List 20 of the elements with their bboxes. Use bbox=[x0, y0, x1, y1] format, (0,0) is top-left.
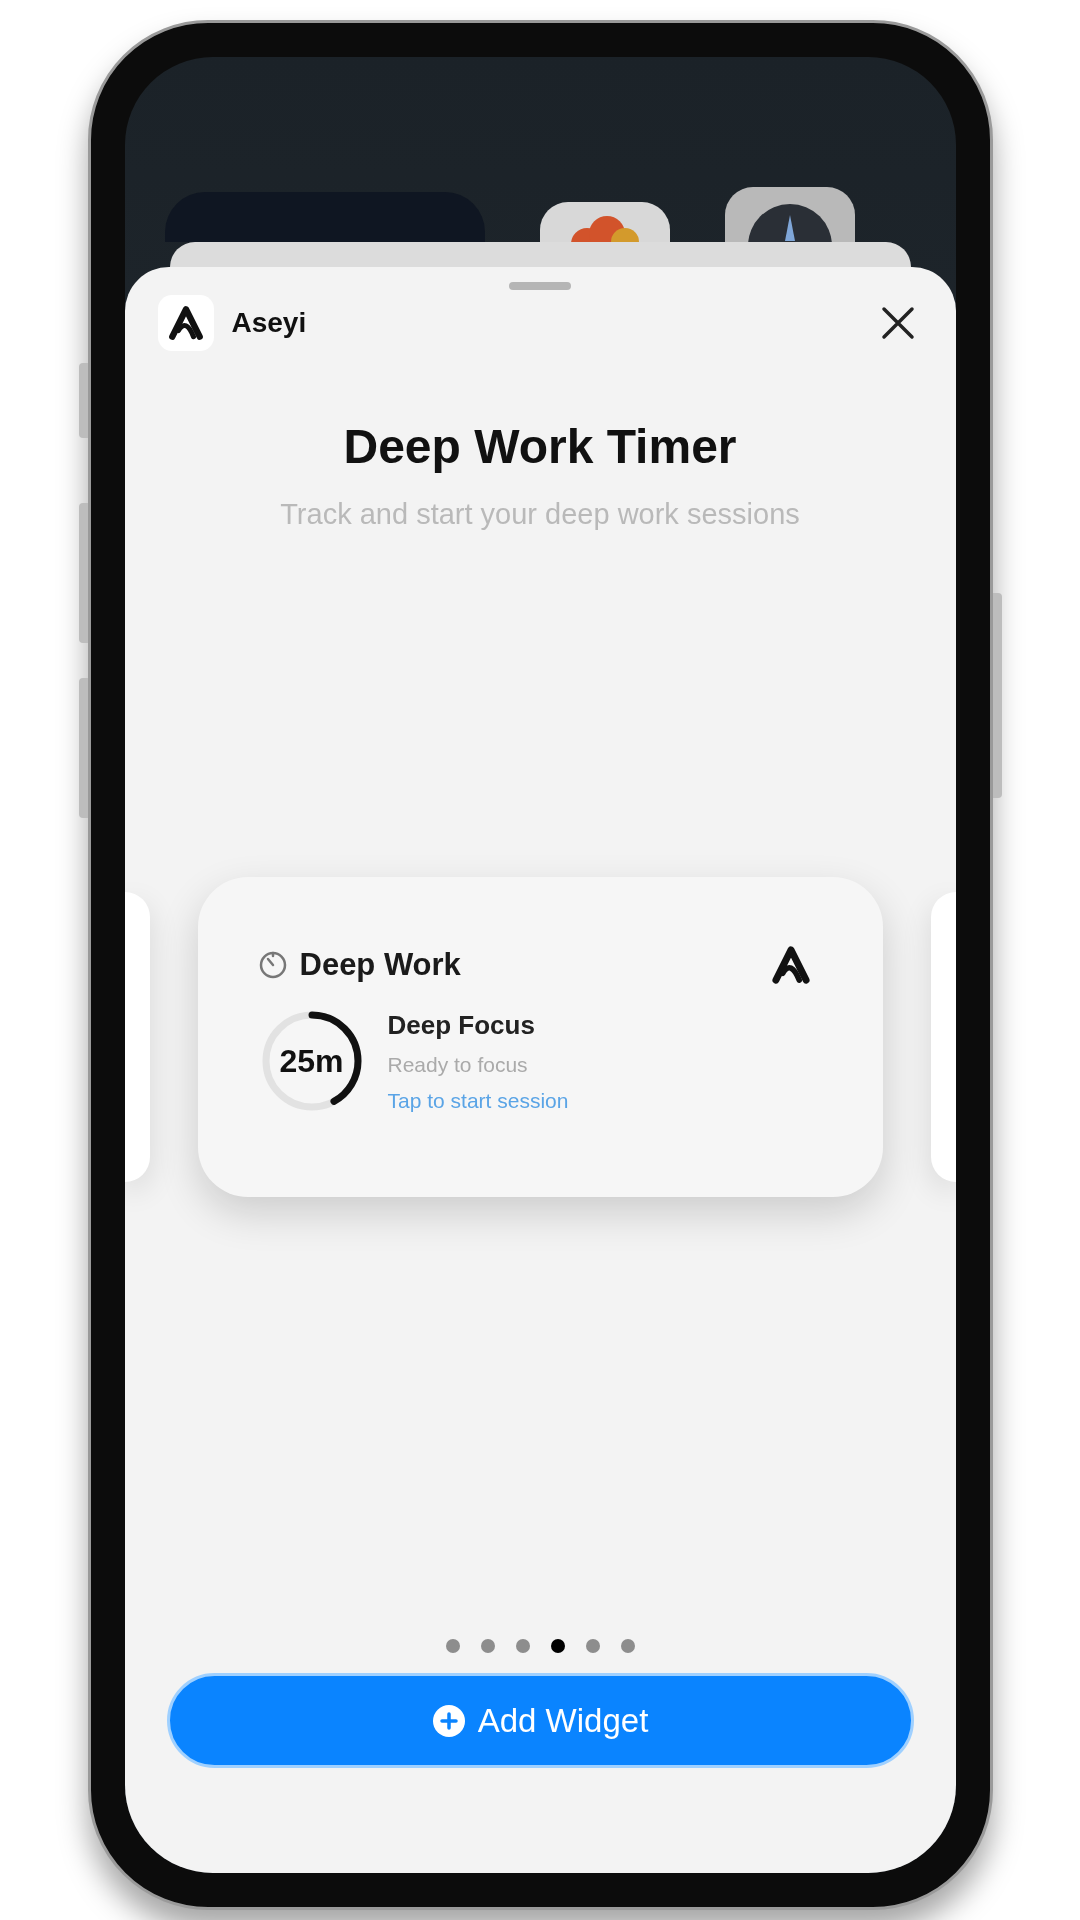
widget-preview[interactable] bbox=[124, 891, 150, 1182]
session-name: Deep Focus bbox=[387, 1009, 536, 1042]
timer-icon bbox=[257, 949, 288, 980]
app-icon[interactable] bbox=[724, 187, 855, 242]
start-link[interactable]: Tap to start session bbox=[387, 1084, 569, 1116]
plus-circle-icon bbox=[431, 1703, 466, 1738]
sheet-title: Deep Work Timer bbox=[343, 419, 737, 475]
sheet-subtitle: Track and start your deep work sessions bbox=[280, 497, 800, 532]
side-button[interactable] bbox=[992, 593, 1002, 798]
side-button[interactable] bbox=[78, 503, 88, 643]
close-icon bbox=[880, 306, 915, 340]
grabber-handle[interactable] bbox=[509, 282, 571, 290]
widget-card[interactable]: Deep Work 25m Deep Focus Ready to focus Tap to start session bbox=[197, 876, 883, 1197]
session-status: Ready to focus bbox=[387, 1052, 529, 1078]
side-button[interactable] bbox=[78, 678, 88, 818]
timer-value: 25m bbox=[279, 1042, 344, 1081]
widget-title: Deep Work bbox=[299, 945, 461, 984]
add-widget-button[interactable]: Add Widget bbox=[166, 1673, 914, 1768]
app-name: Aseyi bbox=[231, 306, 307, 340]
side-button[interactable] bbox=[78, 363, 88, 438]
